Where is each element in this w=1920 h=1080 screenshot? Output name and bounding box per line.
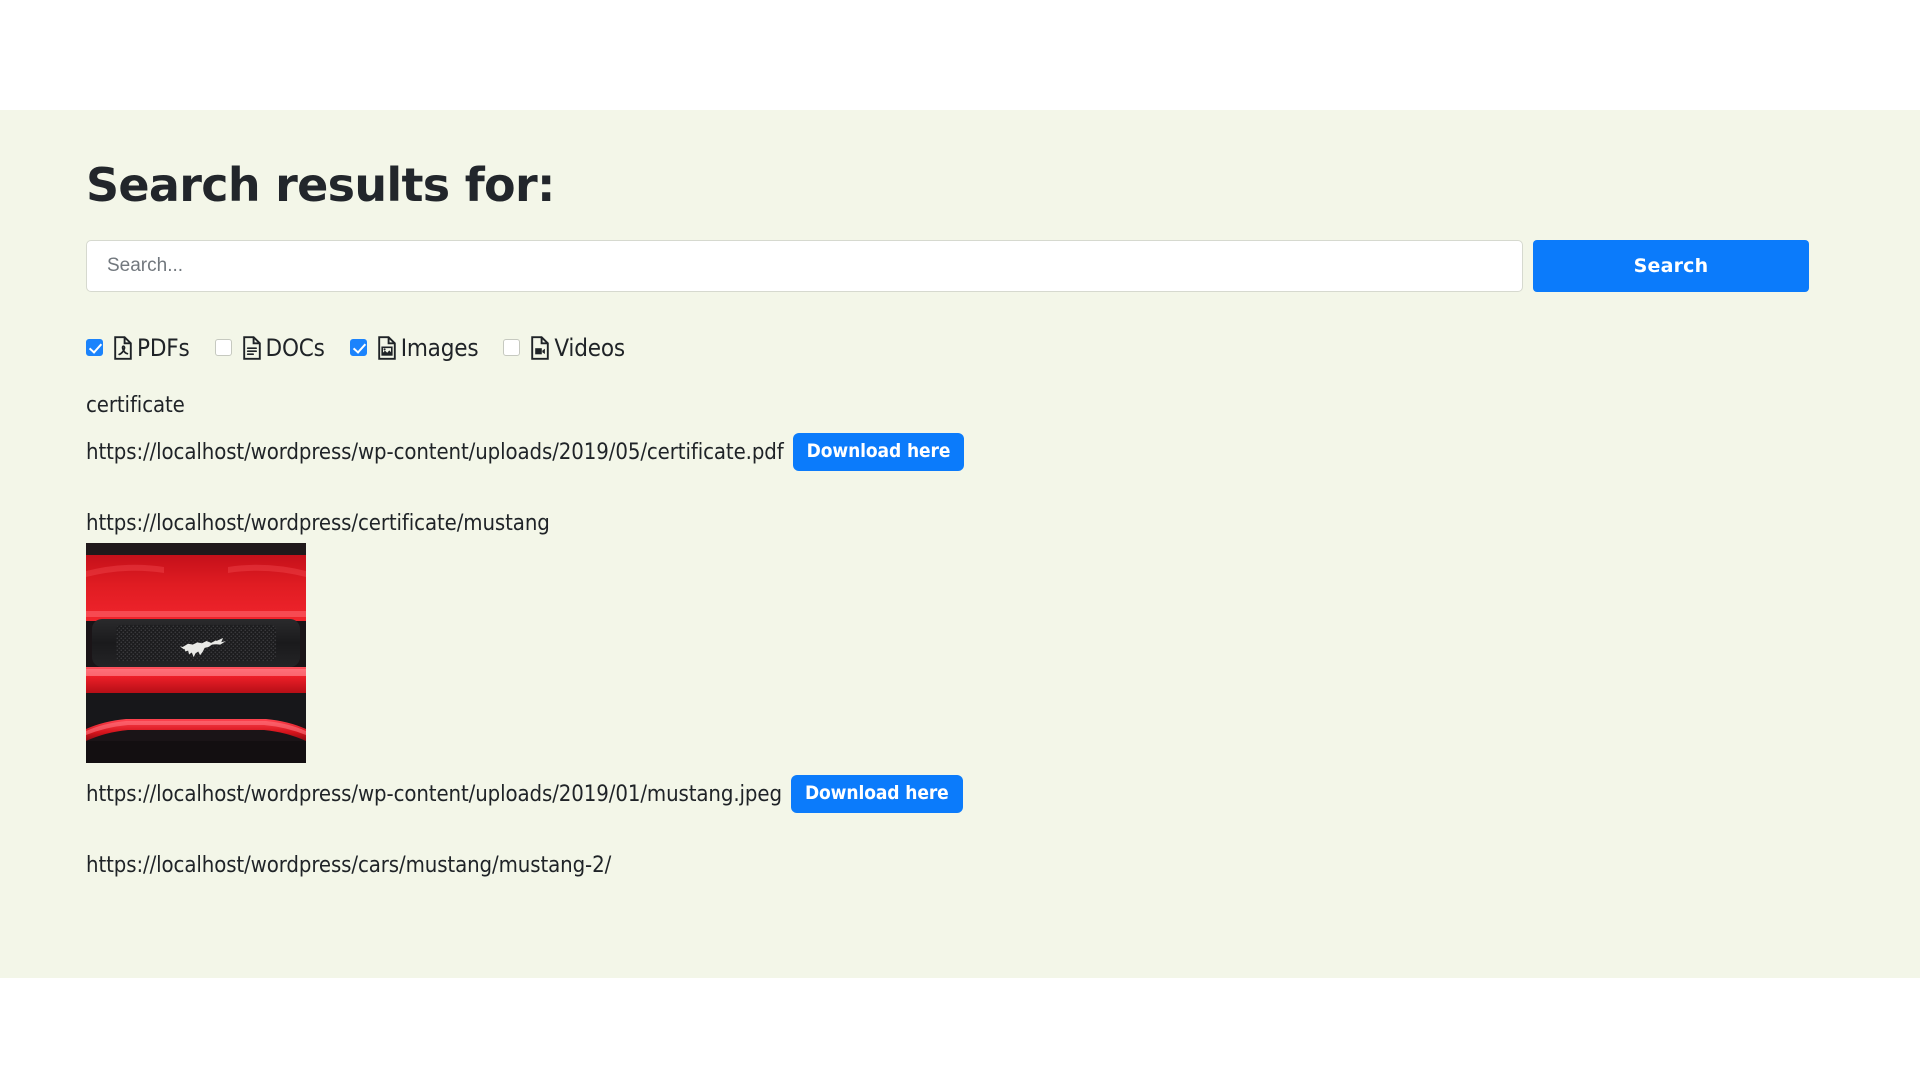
filter-item-docs[interactable]: DOCs (214, 333, 325, 362)
image-file-icon (377, 335, 396, 360)
panel-inner: Search results for: Search PDFs (86, 110, 1836, 878)
result-item-certificate-pdf: certificate https://localhost/wordpress/… (86, 390, 1836, 472)
checkbox-images[interactable] (349, 339, 367, 357)
file-type-filters: PDFs DOCs Images Videos (86, 336, 1836, 360)
filter-item-images[interactable]: Images (349, 333, 479, 362)
result-item-mustang-2-page: https://localhost/wordpress/cars/mustang… (86, 853, 1836, 878)
pdf-file-icon (114, 335, 132, 360)
download-button[interactable]: Download here (790, 775, 963, 814)
result-url[interactable]: https://localhost/wordpress/wp-content/u… (86, 779, 782, 811)
result-url-row: https://localhost/wordpress/wp-content/u… (86, 433, 1836, 472)
mustang-thumbnail-image[interactable] (86, 543, 306, 764)
page-title: Search results for: (86, 158, 555, 212)
checkbox-pdfs[interactable] (86, 339, 103, 357)
filter-label-docs: DOCs (265, 333, 325, 362)
result-url-row: https://localhost/wordpress/wp-content/u… (86, 775, 1836, 814)
filter-label-images: Images (400, 333, 479, 362)
result-url[interactable]: https://localhost/wordpress/wp-content/u… (86, 437, 784, 469)
filter-label-videos: Videos (554, 333, 625, 362)
search-button[interactable]: Search (1533, 239, 1809, 292)
checkbox-videos[interactable] (503, 339, 521, 357)
download-button[interactable]: Download here (792, 433, 965, 472)
result-title: certificate (86, 392, 185, 418)
search-input[interactable] (86, 239, 1523, 292)
filter-label-pdfs: PDFs (137, 333, 190, 362)
video-file-icon (531, 335, 550, 360)
checkbox-docs[interactable] (214, 339, 232, 357)
result-page-url[interactable]: https://localhost/wordpress/cars/mustang… (86, 853, 1836, 878)
results-list: certificate https://localhost/wordpress/… (86, 390, 1836, 878)
filter-item-videos[interactable]: Videos (503, 336, 625, 360)
search-form: Search (86, 239, 1811, 292)
doc-file-icon (242, 335, 261, 360)
result-item-mustang-image: https://localhost/wordpress/certificate/… (86, 511, 1836, 814)
page-root: Search results for: Search PDFs (0, 0, 1920, 1080)
result-page-url[interactable]: https://localhost/wordpress/certificate/… (86, 511, 1836, 536)
search-results-panel: Search results for: Search PDFs (0, 110, 1920, 978)
filter-item-pdfs[interactable]: PDFs (86, 336, 190, 360)
